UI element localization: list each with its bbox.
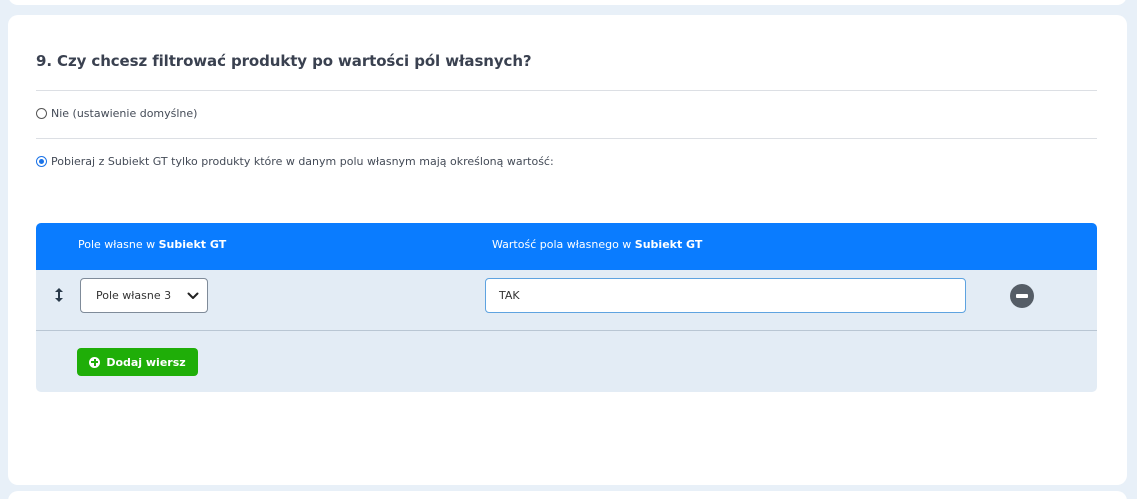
option-filter[interactable]: Pobieraj z Subiekt GT tylko produkty któ… [36, 155, 554, 168]
radio-default[interactable] [36, 108, 47, 119]
question-card: 9. Czy chcesz filtrować produkty po wart… [8, 15, 1127, 485]
divider [36, 138, 1097, 139]
divider [36, 90, 1097, 91]
chevron-down-icon [187, 292, 199, 299]
column-header-value: Wartość pola własnego w Subiekt GT [492, 238, 702, 251]
custom-fields-table: Pole własne w Subiekt GT Wartość pola wł… [36, 223, 1097, 392]
column-header-field-bold: Subiekt GT [158, 238, 227, 251]
add-row-button[interactable]: Dodaj wiersz [77, 348, 198, 376]
column-header-field-text: Pole własne w [78, 238, 159, 251]
column-header-value-bold: Subiekt GT [634, 238, 703, 251]
option-default[interactable]: Nie (ustawienie domyślne) [36, 107, 197, 120]
question-title: 9. Czy chcesz filtrować produkty po wart… [36, 52, 532, 70]
custom-field-select-value: Pole własne 3 [96, 289, 172, 302]
drag-handle-icon[interactable] [55, 288, 63, 302]
column-header-value-text: Wartość pola własnego w [492, 238, 635, 251]
remove-row-icon[interactable] [1010, 284, 1034, 308]
previous-section-card [8, 0, 1127, 5]
option-default-label: Nie (ustawienie domyślne) [51, 107, 198, 120]
option-filter-label: Pobieraj z Subiekt GT tylko produkty któ… [51, 155, 554, 168]
table-header: Pole własne w Subiekt GT Wartość pola wł… [36, 223, 1097, 270]
custom-field-value-input[interactable]: TAK [485, 278, 966, 313]
radio-filter[interactable] [36, 156, 47, 167]
custom-field-value-text: TAK [499, 289, 520, 302]
table-row: Pole własne 3 TAK [36, 270, 1097, 331]
add-row-button-label: Dodaj wiersz [106, 355, 186, 369]
column-header-field: Pole własne w Subiekt GT [78, 238, 226, 251]
custom-field-select[interactable]: Pole własne 3 [80, 278, 208, 313]
next-section-card [8, 491, 1127, 499]
plus-circle-icon [89, 356, 101, 368]
